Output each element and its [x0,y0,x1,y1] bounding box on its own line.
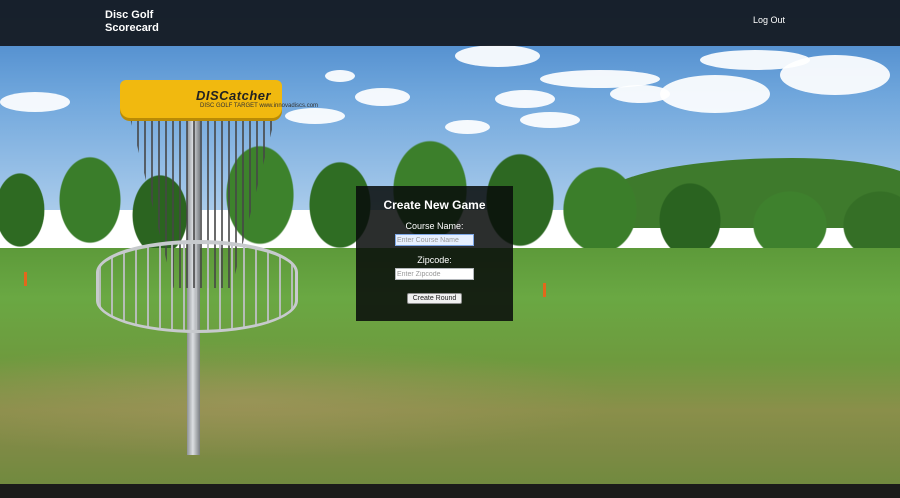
zipcode-label: Zipcode: [417,255,452,265]
logout-link[interactable]: Log Out [753,15,785,25]
dirt-patch [0,340,620,460]
brand-line-1: Disc Golf [105,9,154,21]
cloud [520,112,580,128]
footer-bar [0,484,900,498]
cloud [445,120,490,134]
marker-flag [543,283,546,297]
top-navbar: Disc Golf Scorecard Log Out [0,0,900,46]
brand-line-2: Scorecard [105,22,159,34]
cloud [780,55,890,95]
cloud [660,75,770,113]
cloud [325,70,355,82]
cloud [495,90,555,108]
create-round-button[interactable]: Create Round [406,293,463,304]
cloud [455,45,540,67]
course-name-label: Course Name: [405,221,464,231]
marker-flag [24,272,27,286]
create-game-panel: Create New Game Course Name: Zipcode: Cr… [356,186,513,321]
zipcode-input[interactable] [395,268,474,280]
cloud [285,108,345,124]
cloud [355,88,410,106]
basket-subtitle-text: DISC GOLF TARGET www.innovadiscs.com [200,103,319,109]
brand-logo[interactable]: Disc Golf Scorecard [105,9,175,35]
course-name-input[interactable] [395,234,474,246]
basket-brand-text: DISCatcher [196,88,272,103]
panel-title: Create New Game [383,198,486,212]
cloud [0,92,70,112]
disc-golf-basket [96,240,298,333]
